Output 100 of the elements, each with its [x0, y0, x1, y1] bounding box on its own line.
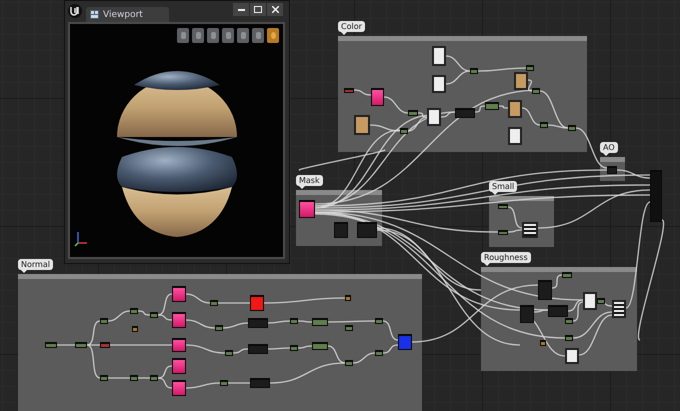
comment-label: Roughness [481, 252, 531, 263]
graph-node[interactable] [75, 342, 87, 348]
comment-label: AO [600, 142, 618, 153]
graph-node[interactable] [371, 88, 384, 106]
graph-node[interactable] [130, 375, 138, 381]
viewport-tool-button[interactable] [192, 28, 204, 43]
graph-node[interactable] [508, 127, 522, 145]
graph-node[interactable] [345, 295, 351, 301]
graph-node[interactable] [299, 200, 315, 218]
graph-node[interactable] [132, 326, 138, 332]
graph-node[interactable] [470, 68, 478, 74]
graph-node[interactable] [312, 342, 328, 350]
graph-node[interactable] [398, 334, 412, 350]
graph-node[interactable] [520, 305, 534, 323]
graph-node[interactable] [150, 312, 158, 318]
viewport-tool-button[interactable] [267, 28, 279, 43]
node-wire [298, 345, 312, 349]
graph-node[interactable] [607, 166, 617, 174]
close-button[interactable] [267, 3, 283, 16]
graph-node[interactable] [532, 88, 540, 94]
viewport-tool-button[interactable] [222, 28, 234, 43]
node-wire [186, 344, 226, 354]
graph-node[interactable] [100, 318, 108, 324]
graph-node[interactable] [172, 312, 186, 328]
graph-node[interactable] [248, 318, 268, 328]
node-wire [158, 377, 172, 389]
graph-node[interactable] [432, 75, 446, 93]
graph-node[interactable] [250, 378, 270, 388]
graph-node[interactable] [290, 345, 298, 351]
maximize-button[interactable] [250, 3, 266, 16]
graph-node[interactable] [583, 292, 597, 310]
graph-node[interactable] [498, 204, 508, 209]
graph-node[interactable] [375, 318, 383, 324]
graph-node[interactable] [565, 348, 579, 364]
maximize-icon [254, 6, 262, 13]
graph-node[interactable] [508, 100, 522, 118]
graph-node[interactable] [538, 280, 552, 300]
graph-node[interactable] [565, 318, 573, 324]
graph-node[interactable] [172, 338, 186, 352]
graph-node[interactable] [345, 325, 353, 331]
graph-node[interactable] [100, 375, 108, 381]
graph-node[interactable] [540, 340, 546, 346]
graph-node[interactable] [427, 108, 441, 126]
graph-node[interactable] [354, 115, 370, 135]
graph-node[interactable] [522, 222, 538, 238]
viewport-tool-button[interactable] [207, 28, 219, 43]
node-wire [268, 320, 290, 324]
axis-gizmo-icon [74, 229, 88, 247]
graph-node[interactable] [650, 170, 662, 222]
node-wire [232, 348, 248, 354]
viewport-tool-button[interactable] [177, 28, 189, 43]
node-wire [57, 344, 75, 346]
graph-node[interactable] [220, 380, 228, 386]
viewport-tool-button[interactable] [252, 28, 264, 43]
graph-node[interactable] [130, 308, 138, 314]
graph-node[interactable] [540, 122, 548, 128]
close-icon [272, 6, 278, 13]
graph-node[interactable] [345, 360, 353, 366]
minimize-button[interactable] [233, 3, 249, 16]
graph-node[interactable] [562, 272, 572, 278]
graph-node[interactable] [408, 110, 418, 116]
graph-node[interactable] [357, 222, 377, 238]
graph-node[interactable] [45, 342, 57, 348]
graph-node[interactable] [344, 88, 354, 93]
graph-node[interactable] [526, 65, 534, 71]
graph-node[interactable] [312, 318, 328, 326]
graph-node[interactable] [334, 222, 348, 238]
graph-node[interactable] [172, 380, 186, 396]
graph-node[interactable] [400, 128, 408, 134]
comment-label: Normal [18, 259, 53, 270]
node-wire [186, 382, 220, 389]
graph-node[interactable] [498, 230, 508, 235]
node-wire [138, 377, 150, 379]
graph-node[interactable] [375, 350, 383, 356]
graph-node[interactable] [455, 108, 475, 118]
graph-node[interactable] [172, 286, 186, 302]
viewport-tab[interactable]: Viewport [86, 7, 169, 22]
graph-node[interactable] [100, 342, 110, 348]
graph-node[interactable] [597, 298, 605, 304]
graph-node[interactable] [215, 325, 223, 331]
engine-logo-icon [68, 4, 82, 18]
graph-node[interactable] [548, 305, 568, 317]
graph-node[interactable] [485, 102, 499, 110]
graph-node[interactable] [290, 318, 298, 324]
comment-box[interactable] [18, 274, 422, 411]
graph-node[interactable] [432, 46, 446, 66]
graph-node[interactable] [248, 344, 268, 354]
graph-node[interactable] [210, 300, 218, 306]
viewport-tool-button[interactable] [237, 28, 249, 43]
comment-label: Color [338, 21, 365, 32]
graph-node[interactable] [225, 350, 233, 356]
node-wire [186, 319, 216, 329]
graph-node[interactable] [172, 358, 186, 374]
graph-node[interactable] [250, 295, 264, 311]
graph-node[interactable] [565, 335, 573, 341]
graph-node[interactable] [568, 125, 576, 131]
graph-node[interactable] [150, 375, 158, 381]
graph-node[interactable] [514, 72, 528, 90]
graph-node[interactable] [612, 300, 626, 318]
node-wire [186, 293, 210, 304]
